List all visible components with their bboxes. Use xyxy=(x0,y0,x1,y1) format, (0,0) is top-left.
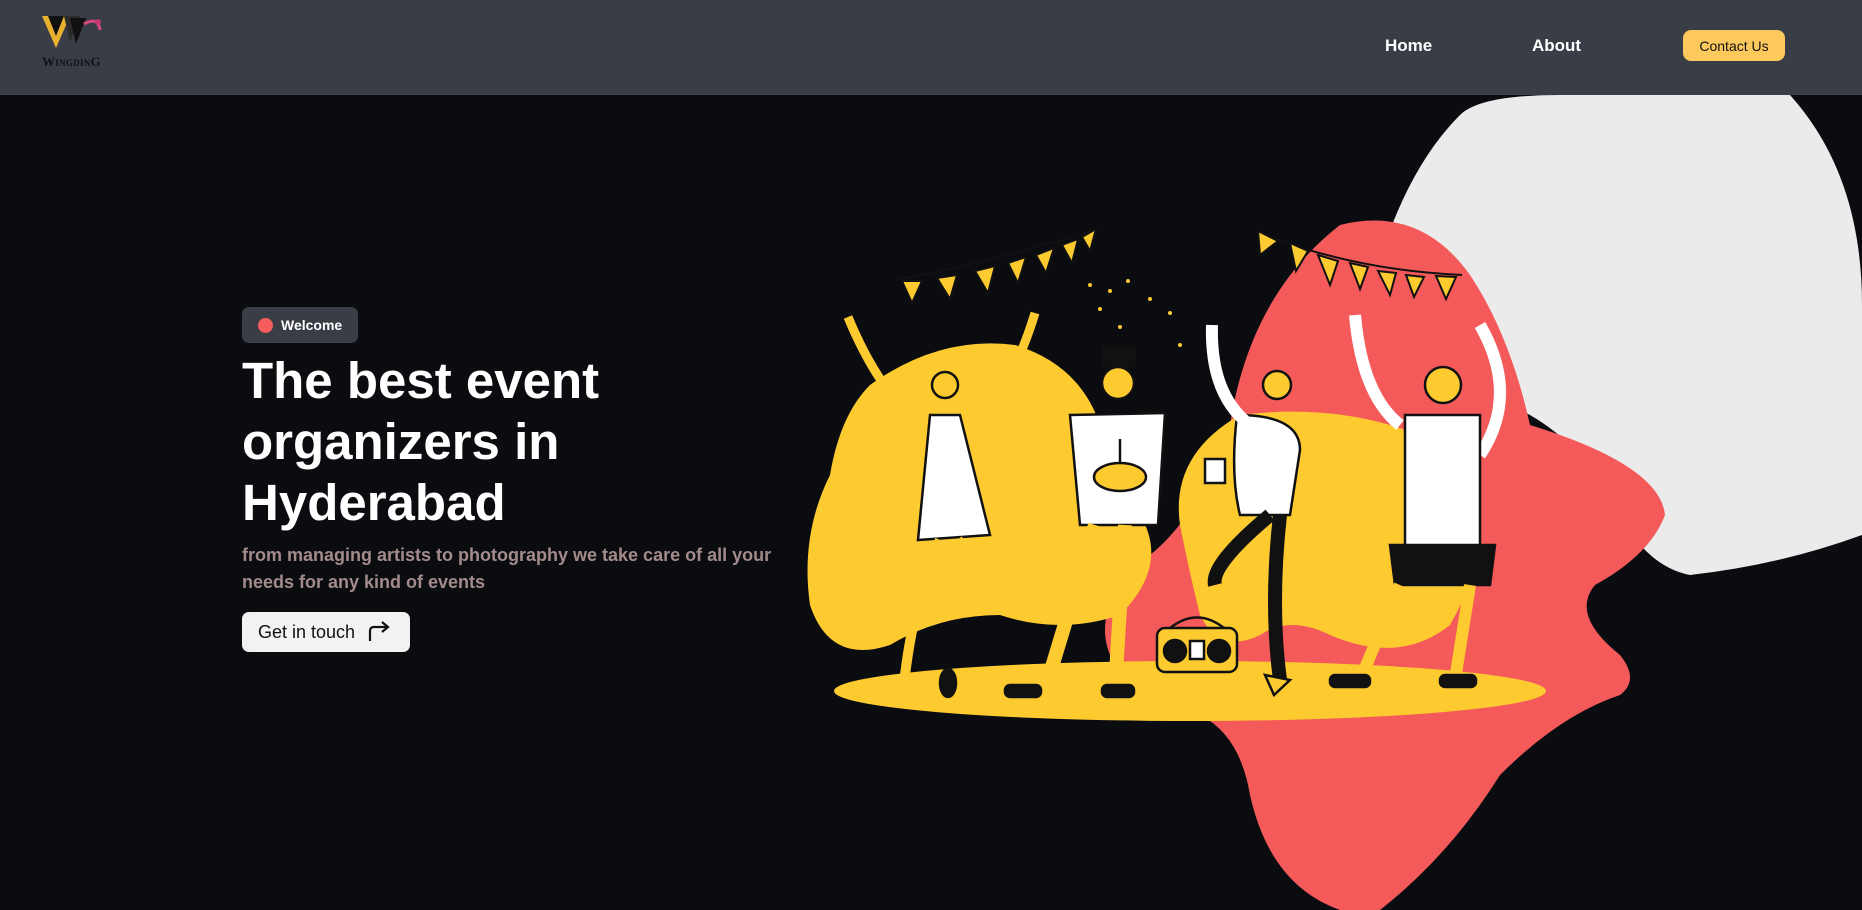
headline-line-3: Hyderabad xyxy=(242,474,506,531)
nav-home-link[interactable]: Home xyxy=(1385,36,1432,56)
arrow-turn-right-icon xyxy=(368,621,390,641)
hero-headline: The best event organizers in Hyderabad xyxy=(242,350,802,533)
get-in-touch-button[interactable]: Get in touch xyxy=(242,612,410,652)
headline-line-2: organizers in xyxy=(242,413,560,470)
logo-mark-icon xyxy=(42,16,102,48)
status-dot-icon xyxy=(258,317,273,333)
confetti-icon xyxy=(1088,279,1182,347)
hero-subtitle: from managing artists to photography we … xyxy=(242,545,772,592)
get-in-touch-label: Get in touch xyxy=(258,621,356,642)
hero-section: Welcome The best event organizers in Hyd… xyxy=(0,95,1862,910)
welcome-badge: Welcome xyxy=(242,307,359,343)
top-nav: WingdinG Home About Contact Us xyxy=(0,0,1862,95)
bunting-left-icon xyxy=(894,226,1098,306)
contact-us-button[interactable]: Contact Us xyxy=(1683,30,1785,61)
nav-about-link[interactable]: About xyxy=(1532,36,1581,56)
logo-text: WingdinG xyxy=(42,54,102,69)
welcome-badge-label: Welcome xyxy=(281,317,343,333)
brand-logo[interactable]: WingdinG xyxy=(38,14,108,72)
headline-line-1: The best event xyxy=(242,352,600,409)
